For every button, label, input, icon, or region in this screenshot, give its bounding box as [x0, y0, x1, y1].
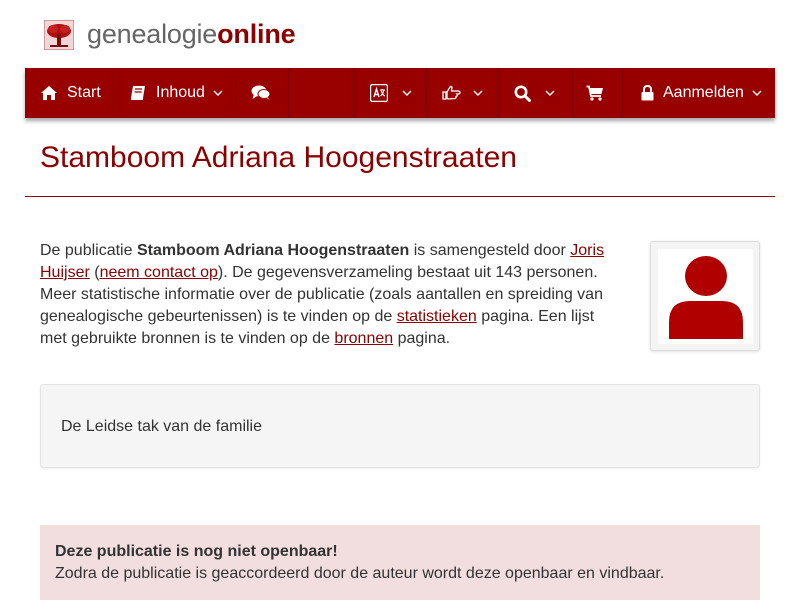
- intro-text: (: [89, 264, 100, 281]
- chevron-down-icon: [213, 90, 223, 96]
- chevron-down-icon: [752, 90, 762, 96]
- site-brand[interactable]: genealogieonline: [87, 17, 296, 51]
- lock-icon: [641, 85, 654, 101]
- nav-share[interactable]: [442, 68, 483, 118]
- chevron-down-icon: [402, 90, 412, 96]
- alert-title: Deze publicatie is nog niet openbaar!: [55, 543, 338, 560]
- user-silhouette-icon: [669, 256, 743, 339]
- page-title: Stamboom Adriana Hoogenstraaten: [40, 141, 517, 174]
- nav-divider: [113, 68, 114, 118]
- nav-inhoud-label: Inhoud: [156, 84, 205, 101]
- site-header: genealogieonline: [0, 0, 800, 68]
- nav-divider: [354, 68, 355, 118]
- nav-divider: [622, 68, 623, 118]
- not-public-alert: Deze publicatie is nog niet openbaar! Zo…: [40, 525, 760, 600]
- nav-language[interactable]: [370, 68, 412, 118]
- description-text: De Leidse tak van de familie: [61, 418, 262, 435]
- nav-divider: [572, 68, 573, 118]
- sources-link[interactable]: bronnen: [334, 330, 393, 347]
- nav-divider: [288, 68, 289, 118]
- author-avatar[interactable]: [650, 241, 760, 351]
- nav-divider: [498, 68, 499, 118]
- chevron-down-icon: [545, 90, 555, 96]
- nav-start[interactable]: Start: [40, 68, 101, 118]
- hand-point-right-icon: [442, 85, 461, 100]
- alert-text: Zodra de publicatie is geaccordeerd door…: [55, 565, 665, 582]
- nav-forum[interactable]: [251, 68, 271, 118]
- comments-icon: [251, 85, 271, 100]
- nav-inhoud[interactable]: Inhoud: [130, 68, 223, 118]
- brand-part-2: online: [217, 19, 296, 49]
- tree-icon[interactable]: [44, 20, 74, 50]
- nav-divider: [426, 68, 427, 118]
- home-icon: [41, 86, 57, 100]
- nav-search[interactable]: [514, 68, 555, 118]
- publication-name: Stamboom Adriana Hoogenstraaten: [136, 242, 410, 259]
- main-navbar: Start Inhoud Aanmelden: [25, 68, 775, 118]
- language-icon: [370, 84, 388, 102]
- nav-start-label: Start: [67, 84, 101, 101]
- intro-text: pagina.: [393, 330, 451, 347]
- avatar-frame: [658, 249, 753, 344]
- intro-text: is samengesteld door: [409, 242, 571, 259]
- nav-cart[interactable]: [586, 68, 604, 118]
- nav-divider: [235, 68, 236, 118]
- shopping-cart-icon: [586, 85, 603, 101]
- book-icon: [131, 86, 145, 100]
- contact-link[interactable]: neem contact op: [100, 264, 218, 281]
- nav-login[interactable]: Aanmelden: [641, 68, 762, 118]
- chevron-down-icon: [473, 90, 483, 96]
- intro-text: De publicatie: [40, 242, 137, 259]
- statistics-link[interactable]: statistieken: [397, 308, 477, 325]
- brand-part-1: genealogie: [87, 19, 218, 49]
- publication-description: De Leidse tak van de familie: [40, 384, 760, 468]
- search-icon: [514, 85, 531, 102]
- nav-login-label: Aanmelden: [663, 84, 744, 101]
- title-divider: [25, 196, 775, 197]
- publication-intro: De publicatie Stamboom Adriana Hoogenstr…: [40, 240, 610, 350]
